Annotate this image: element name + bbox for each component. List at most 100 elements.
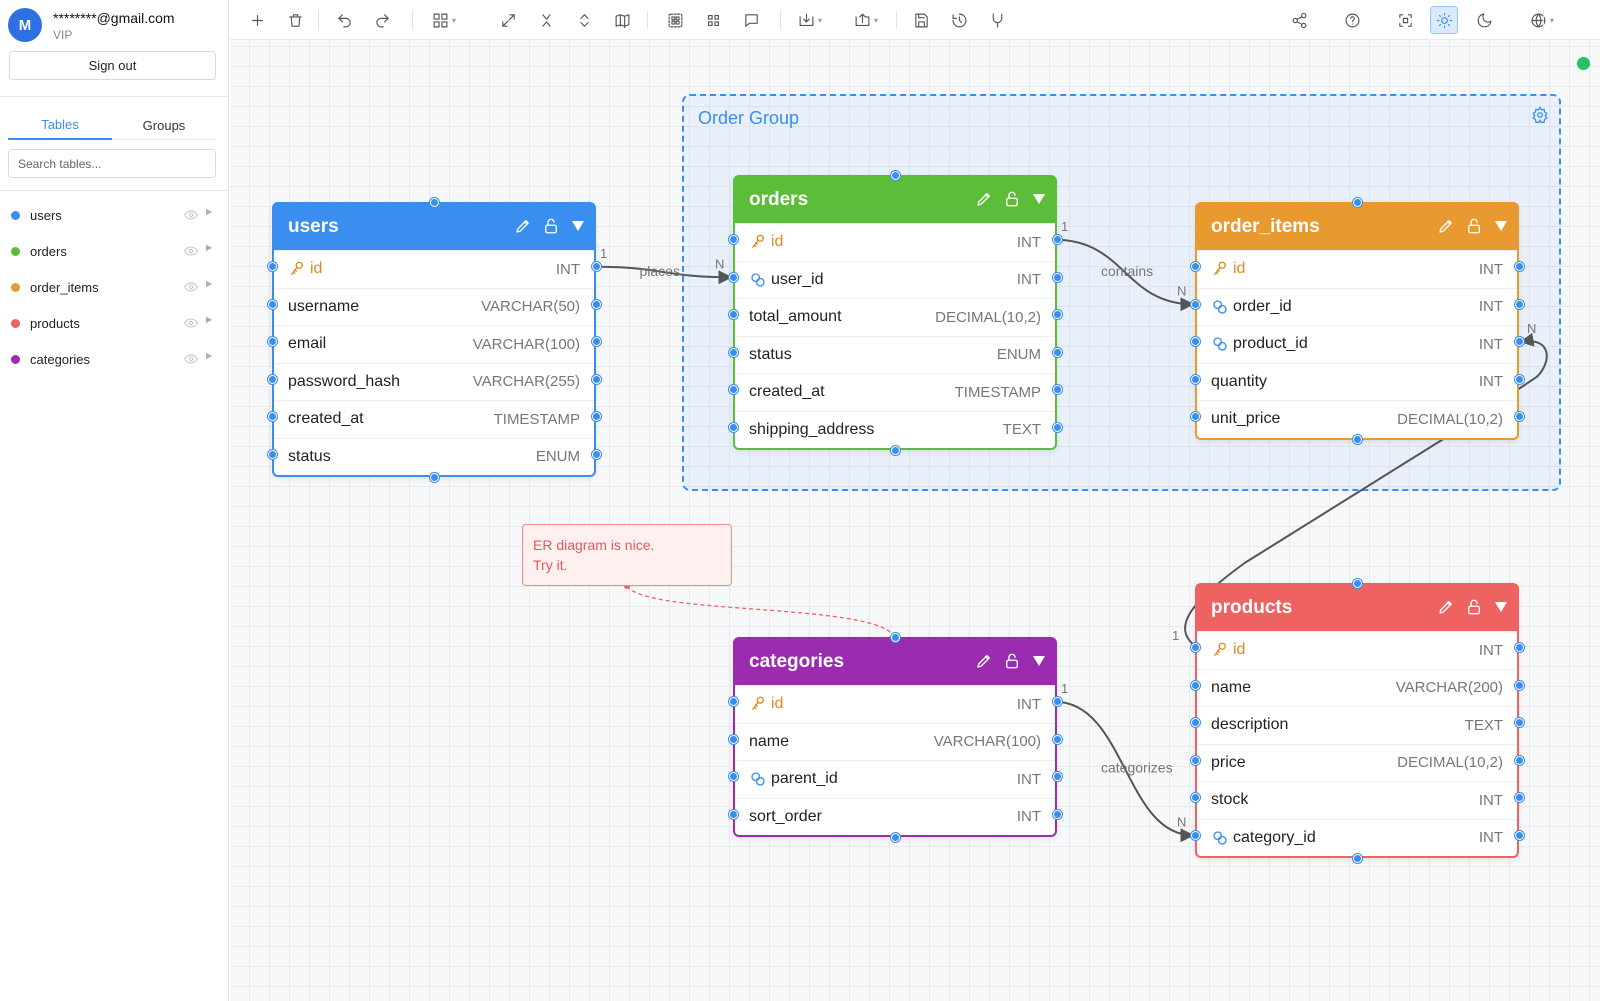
field-row[interactable]: quantity INT [1197, 362, 1517, 401]
connection-handle[interactable] [1352, 435, 1362, 444]
connection-handle[interactable] [728, 272, 738, 282]
field-row[interactable]: id INT [735, 223, 1055, 261]
language-button[interactable]: ▾ [1523, 6, 1561, 34]
layout-button[interactable]: ▾ [425, 6, 463, 34]
connection-handle[interactable] [1190, 337, 1200, 347]
field-row[interactable]: stock INT [1197, 781, 1517, 819]
table-header[interactable]: order_items [1197, 204, 1517, 250]
tab-groups[interactable]: Groups [112, 110, 216, 140]
connection-handle[interactable] [1514, 755, 1524, 765]
collapse-triangle-icon[interactable] [1495, 602, 1507, 612]
field-row[interactable]: id INT [274, 250, 594, 288]
connection-handle[interactable] [728, 422, 738, 432]
connection-handle[interactable] [1352, 578, 1362, 588]
connection-handle[interactable] [1514, 718, 1524, 728]
field-row[interactable]: user_id INT [735, 260, 1055, 299]
connection-handle[interactable] [1052, 772, 1062, 782]
light-mode-button[interactable] [1430, 6, 1458, 34]
connection-handle[interactable] [1352, 197, 1362, 207]
unlock-icon[interactable] [1465, 598, 1483, 616]
edit-icon[interactable] [1437, 598, 1455, 616]
search-tables-input[interactable] [8, 149, 216, 178]
eye-icon[interactable] [184, 280, 198, 294]
connection-handle[interactable] [1190, 299, 1200, 309]
connection-handle[interactable] [1190, 718, 1200, 728]
edit-icon[interactable] [975, 652, 993, 670]
gear-icon[interactable] [1531, 106, 1549, 124]
field-row[interactable]: id INT [1197, 250, 1517, 288]
sidebar-item-products[interactable]: products ▶ [0, 305, 229, 341]
connection-handle[interactable] [1190, 793, 1200, 803]
connection-handle[interactable] [1514, 643, 1524, 653]
edit-icon[interactable] [975, 190, 993, 208]
field-row[interactable]: status ENUM [735, 335, 1055, 374]
eye-icon[interactable] [184, 208, 198, 222]
connection-handle[interactable] [728, 697, 738, 707]
connection-handle[interactable] [890, 632, 900, 642]
connection-handle[interactable] [1190, 412, 1200, 422]
field-row[interactable]: description TEXT [1197, 706, 1517, 744]
field-row[interactable]: unit_price DECIMAL(10,2) [1197, 400, 1517, 438]
connection-handle[interactable] [1052, 347, 1062, 357]
connection-handle[interactable] [728, 809, 738, 819]
connection-handle[interactable] [267, 337, 277, 347]
field-row[interactable]: category_id INT [1197, 818, 1517, 857]
add-button[interactable] [243, 6, 271, 34]
unlock-icon[interactable] [1465, 217, 1483, 235]
field-row[interactable]: name VARCHAR(100) [735, 722, 1055, 761]
connection-handle[interactable] [1052, 385, 1062, 395]
sidebar-item-categories[interactable]: categories ▶ [0, 341, 229, 377]
table-card-products[interactable]: products id INT name VARCHAR(200) description… [1190, 578, 1524, 863]
eye-icon[interactable] [184, 244, 198, 258]
sidebar-item-order-items[interactable]: order_items ▶ [0, 269, 229, 305]
connection-handle[interactable] [1190, 755, 1200, 765]
connection-handle[interactable] [1052, 697, 1062, 707]
connection-handle[interactable] [728, 235, 738, 245]
table-header[interactable]: orders [735, 177, 1055, 223]
connection-handle[interactable] [1190, 643, 1200, 653]
import-button[interactable]: ▾ [791, 6, 829, 34]
grid-button[interactable] [699, 6, 727, 34]
field-row[interactable]: password_hash VARCHAR(255) [274, 362, 594, 401]
connection-handle[interactable] [591, 412, 601, 422]
history-button[interactable] [945, 6, 973, 34]
connection-handle[interactable] [1514, 830, 1524, 840]
connection-handle[interactable] [429, 197, 439, 207]
tab-tables[interactable]: Tables [8, 110, 112, 140]
connection-handle[interactable] [1514, 412, 1524, 422]
connection-handle[interactable] [728, 385, 738, 395]
expand-arrow-icon[interactable]: ▶ [206, 207, 212, 216]
sidebar-item-users[interactable]: users ▶ [0, 197, 229, 233]
map-button[interactable] [608, 6, 636, 34]
sign-out-button[interactable]: Sign out [9, 51, 216, 80]
connection-handle[interactable] [267, 412, 277, 422]
table-card-categories[interactable]: categories id INT name VARCHAR(100) parent_id… [728, 632, 1062, 842]
connection-handle[interactable] [267, 299, 277, 309]
save-button[interactable] [907, 6, 935, 34]
connection-handle[interactable] [591, 262, 601, 272]
connection-handle[interactable] [1514, 680, 1524, 690]
field-row[interactable]: status ENUM [274, 437, 594, 476]
table-header[interactable]: users [274, 204, 594, 250]
connection-handle[interactable] [1514, 337, 1524, 347]
connection-handle[interactable] [728, 347, 738, 357]
connection-handle[interactable] [728, 310, 738, 320]
redo-button[interactable] [368, 6, 396, 34]
field-row[interactable]: sort_order INT [735, 797, 1055, 836]
share-button[interactable] [1285, 6, 1313, 34]
branch-button[interactable] [983, 6, 1011, 34]
group-select-button[interactable] [661, 6, 689, 34]
connection-handle[interactable] [890, 832, 900, 842]
connection-handle[interactable] [1052, 734, 1062, 744]
export-button[interactable]: ▾ [847, 6, 885, 34]
connection-handle[interactable] [267, 374, 277, 384]
table-card-orders[interactable]: orders id INT user_id INT total_amount DECIMAL… [728, 170, 1062, 455]
field-row[interactable]: shipping_address TEXT [735, 410, 1055, 449]
connection-handle[interactable] [1190, 262, 1200, 272]
connection-handle[interactable] [591, 299, 601, 309]
field-row[interactable]: order_id INT [1197, 287, 1517, 326]
connection-handle[interactable] [591, 337, 601, 347]
connection-handle[interactable] [1052, 310, 1062, 320]
connection-handle[interactable] [429, 472, 439, 482]
expand-arrow-icon[interactable]: ▶ [206, 315, 212, 324]
